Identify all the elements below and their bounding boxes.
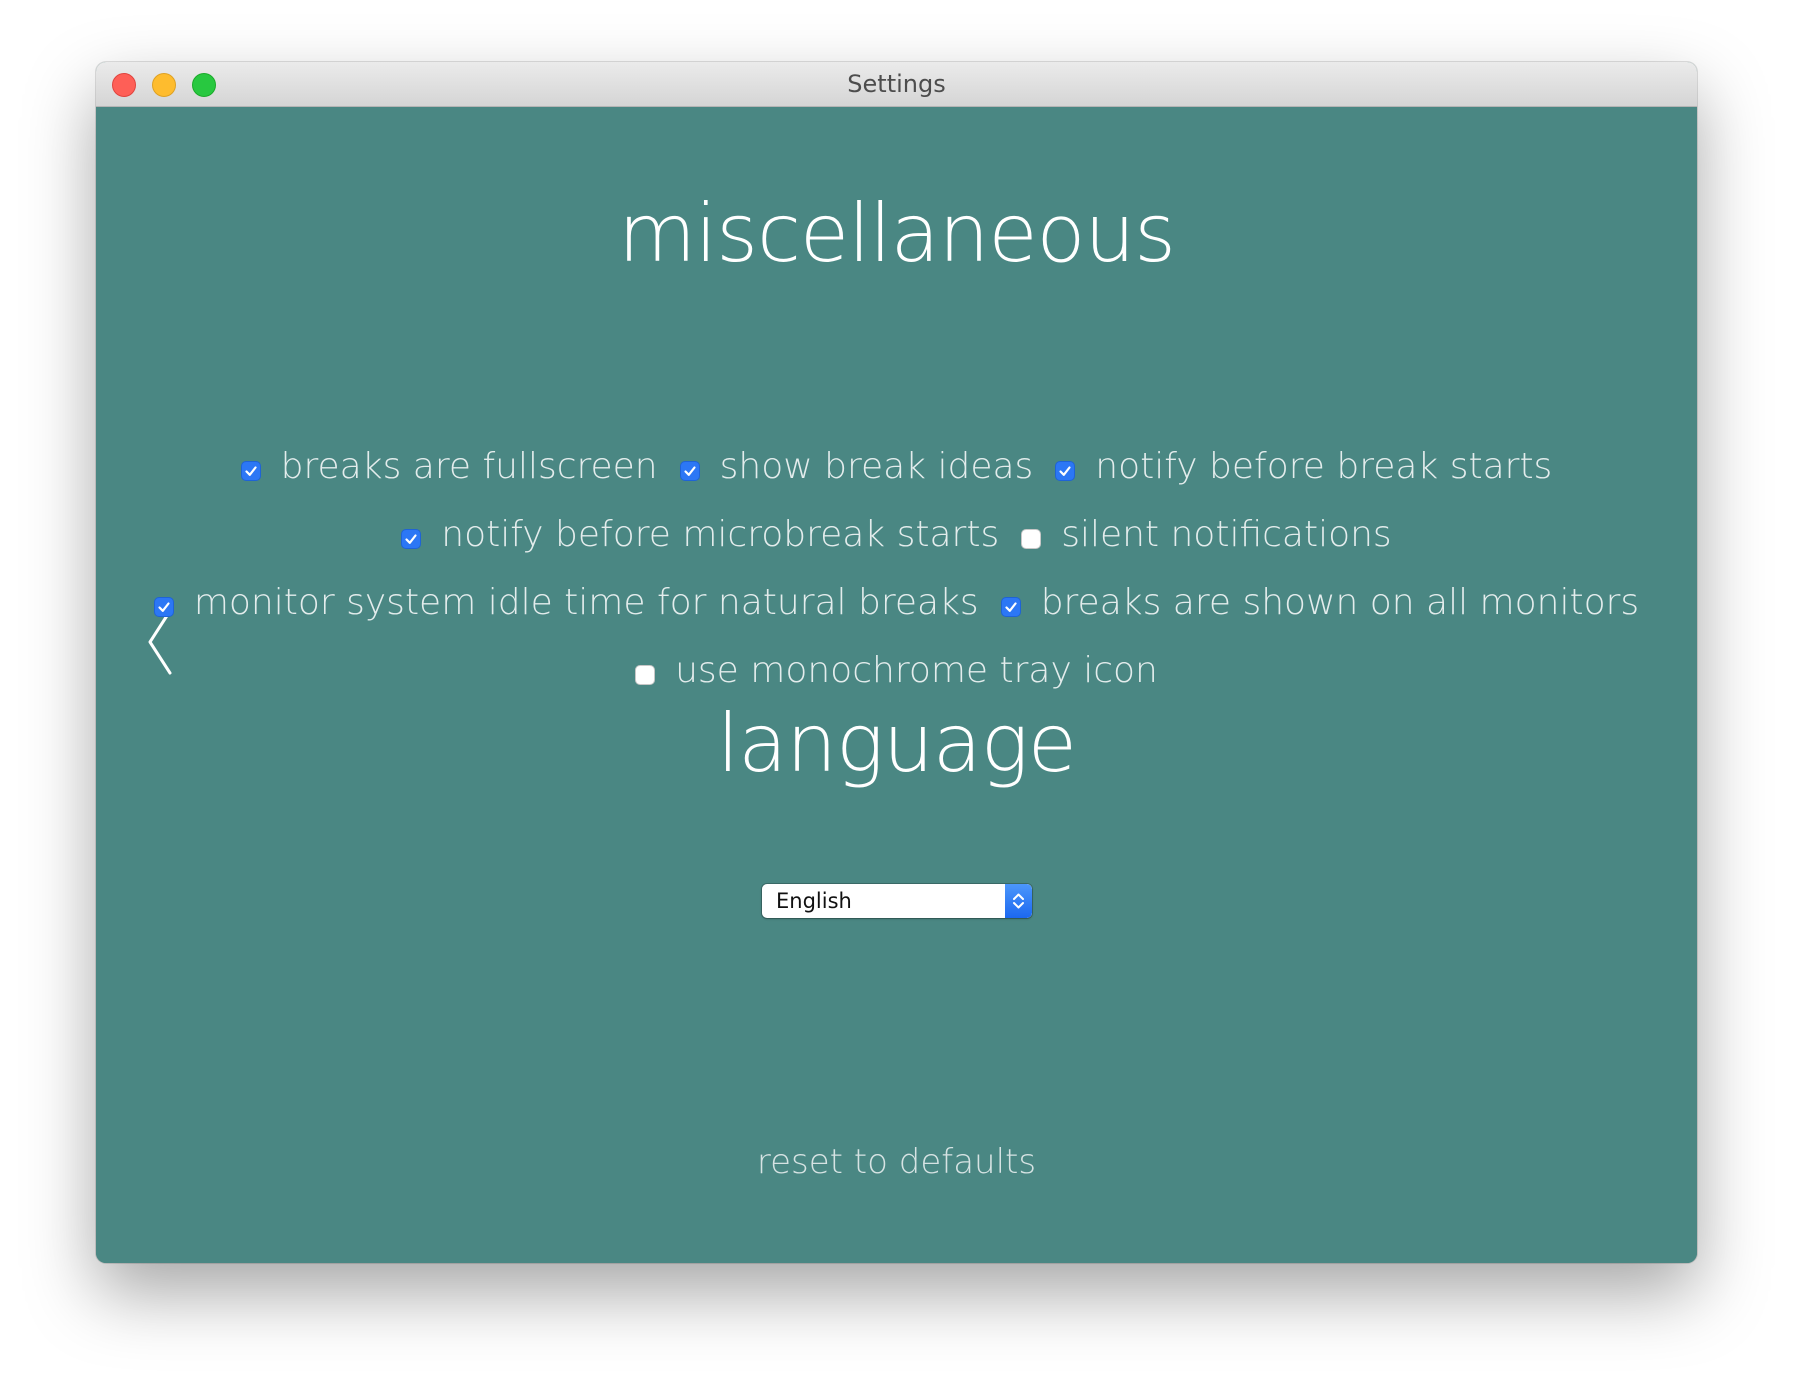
option-monitor-idle-time[interactable]: monitor system idle time for natural bre… [153,581,979,624]
up-down-chevron-icon [1013,893,1024,909]
option-label: notify before microbreak starts [441,514,1000,555]
checkbox-monochrome-tray-icon[interactable] [635,664,656,685]
option-label: breaks are shown on all monitors [1040,582,1640,623]
option-show-break-ideas[interactable]: show break ideas [679,445,1034,488]
option-label: notify before break starts [1095,446,1553,487]
checkmark-icon [405,533,417,544]
option-label: monitor system idle time for natural bre… [193,582,979,623]
title-bar[interactable]: Settings [96,62,1697,107]
options-row: use monochrome tray icon [96,649,1697,692]
section-title-miscellaneous: miscellaneous [618,187,1176,280]
option-silent-notifications[interactable]: silent notifications [1021,513,1392,556]
option-notify-before-break[interactable]: notify before break starts [1055,445,1552,488]
checkbox-notify-before-microbreak[interactable] [401,528,422,549]
checkbox-breaks-fullscreen[interactable] [240,460,261,481]
checkbox-silent-notifications[interactable] [1021,528,1042,549]
language-select[interactable]: English [762,884,1032,918]
option-label: breaks are fullscreen [280,446,658,487]
section-title-language: language [717,697,1077,790]
option-breaks-fullscreen[interactable]: breaks are fullscreen [240,445,658,488]
checkmark-icon [158,601,170,612]
select-stepper[interactable] [1005,884,1032,918]
reset-defaults-link[interactable]: reset to defaults [757,1142,1036,1182]
option-label: use monochrome tray icon [675,650,1158,691]
settings-content: miscellaneous breaks are fullscreen show… [96,107,1697,1263]
option-label: show break ideas [719,446,1034,487]
option-all-monitors[interactable]: breaks are shown on all monitors [1000,581,1640,624]
checkmark-icon [1005,601,1017,612]
settings-window: Settings miscellaneous breaks are fullsc… [96,62,1697,1263]
option-label: silent notifications [1061,514,1392,555]
language-select-value: English [776,889,852,913]
options-row: breaks are fullscreen show break ideas n… [96,445,1697,488]
option-notify-before-microbreak[interactable]: notify before microbreak starts [401,513,999,556]
checkbox-notify-before-break[interactable] [1055,460,1076,481]
reset-defaults-container: reset to defaults [96,1142,1697,1182]
checkmark-icon [1059,465,1071,476]
options-row: monitor system idle time for natural bre… [96,581,1697,624]
checkmark-icon [245,465,257,476]
options-row: notify before microbreak starts silent n… [96,513,1697,556]
checkmark-icon [684,465,696,476]
checkbox-show-break-ideas[interactable] [679,460,700,481]
window-title: Settings [847,70,946,98]
checkbox-monitor-idle-time[interactable] [153,596,174,617]
option-monochrome-tray-icon[interactable]: use monochrome tray icon [635,649,1158,692]
checkbox-all-monitors[interactable] [1000,596,1021,617]
